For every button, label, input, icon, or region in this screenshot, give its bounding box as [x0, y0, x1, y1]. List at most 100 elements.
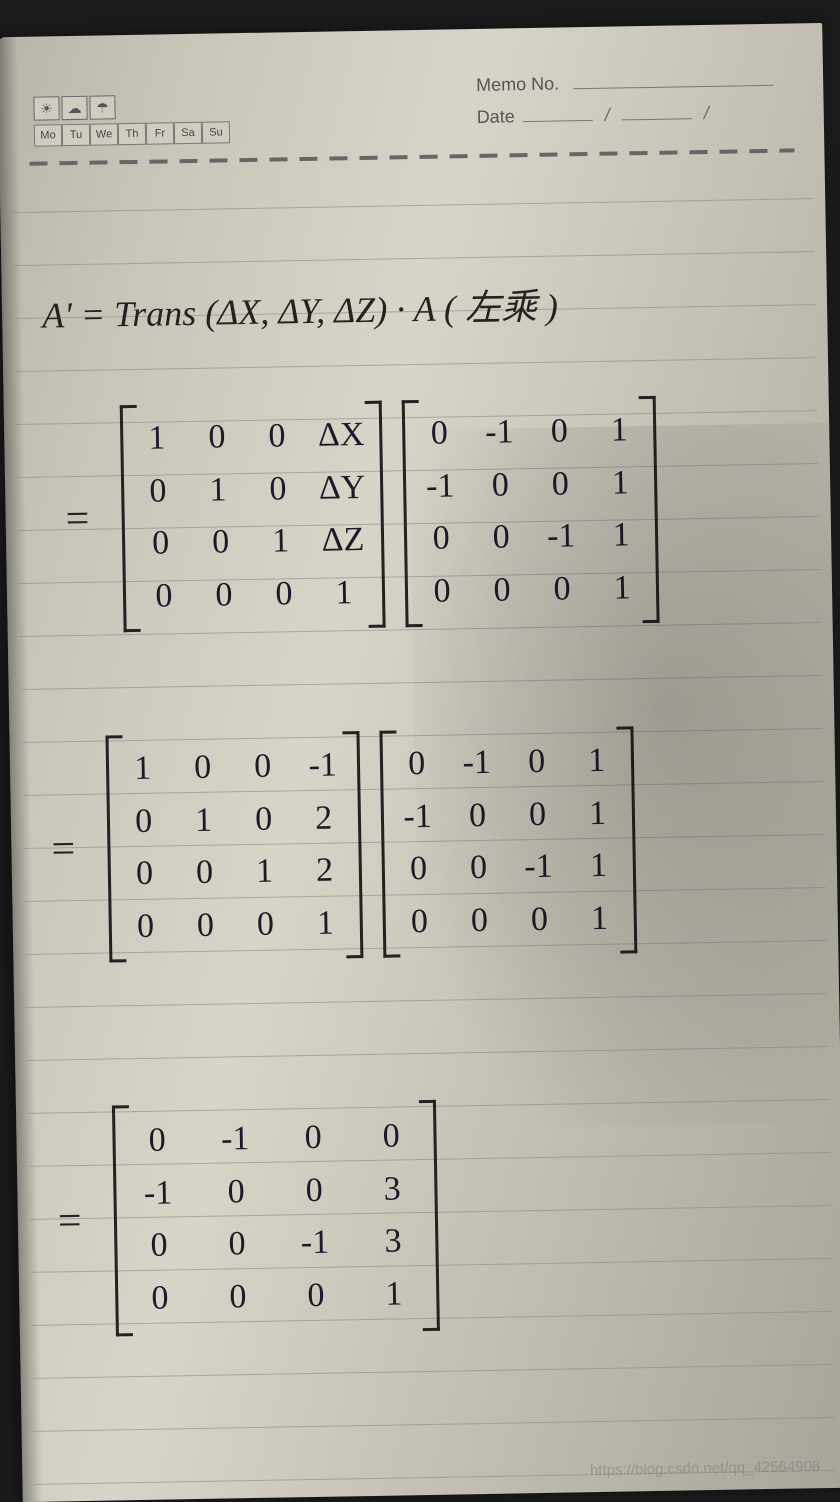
cell: 1: [123, 743, 162, 796]
cell: 0: [219, 1271, 258, 1324]
cell: 0: [198, 411, 237, 464]
weather-sun-icon: ☀: [33, 96, 59, 120]
cell: ΔY: [318, 462, 365, 515]
cell: 0: [258, 463, 297, 516]
cell: 0: [217, 1166, 256, 1219]
date-blank-1: [522, 101, 592, 122]
equals-1: =: [65, 495, 90, 543]
cell: 3: [373, 1163, 412, 1216]
equation-main: A' = Trans (ΔX, ΔY, ΔZ) · A ( 左乘 ): [42, 278, 559, 339]
cell: 1: [261, 515, 300, 568]
cell: 0: [246, 898, 285, 951]
cell: 0: [397, 738, 436, 791]
cell: 0: [264, 568, 303, 621]
cell: -1: [216, 1113, 255, 1166]
equals-2: =: [51, 825, 76, 873]
cell: 0: [141, 1272, 180, 1325]
cell: 1: [184, 794, 223, 847]
cell: -1: [480, 406, 519, 459]
cell: 1: [602, 510, 641, 563]
cell: ΔZ: [321, 514, 365, 567]
cell: 0: [124, 795, 163, 848]
cell: 1: [198, 464, 237, 517]
day-su: Su: [202, 121, 230, 143]
cell: 0: [204, 569, 243, 622]
cell: 1: [579, 840, 618, 893]
memo-date-area: Memo No. Date / /: [476, 64, 774, 134]
cell: 0: [186, 900, 225, 953]
cell: 2: [305, 845, 344, 898]
cell: 1: [577, 735, 616, 788]
step1-left-matrix: 100ΔX 010ΔY 001ΔZ 0001: [119, 401, 385, 632]
step2-right-matrix: 0-101 -1001 00-11 0001: [379, 726, 637, 957]
cell: -1: [398, 790, 437, 843]
result-group: = 0-100 -1003 00-13 0001: [56, 1100, 440, 1337]
cell: 0: [183, 742, 222, 795]
cell: 1: [580, 893, 619, 946]
step2-left-matrix: 100-1 0102 0012 0001: [105, 731, 363, 962]
step1-group: = 100ΔX 010ΔY 001ΔZ 0001 0-101 -1001 00-…: [64, 396, 660, 633]
memo-label: Memo No.: [476, 68, 560, 102]
day-th: Th: [118, 123, 146, 145]
day-fr: Fr: [146, 122, 174, 144]
cell: 0: [541, 458, 580, 511]
cell: 0: [482, 512, 521, 565]
cell: 0: [460, 895, 499, 948]
cell: 1: [603, 562, 642, 615]
cell: 0: [459, 842, 498, 895]
cell: 3: [374, 1216, 413, 1269]
cell: 1: [138, 412, 177, 465]
cell: 1: [375, 1268, 414, 1321]
cell: 0: [258, 410, 297, 463]
cell: 0: [518, 788, 557, 841]
step2-group: = 100-1 0102 0012 0001 0-101 -1001 00-11…: [49, 726, 637, 963]
equals-3: =: [58, 1197, 83, 1245]
result-matrix: 0-100 -1003 00-13 0001: [112, 1100, 440, 1336]
cell: 0: [295, 1164, 334, 1217]
date-slash-2: /: [703, 97, 709, 129]
step1-right-matrix: 0-101 -1001 00-11 0001: [402, 396, 660, 627]
cell: -1: [296, 1217, 335, 1270]
cell: 0: [138, 465, 177, 518]
cell: 0: [481, 459, 520, 512]
cell: 0: [218, 1218, 257, 1271]
cell: 0: [126, 901, 165, 954]
cell: 0: [399, 843, 438, 896]
cell: 0: [520, 894, 559, 947]
cell: -1: [542, 511, 581, 564]
cell: 0: [145, 570, 184, 623]
day-we: We: [90, 123, 118, 145]
cell: -1: [139, 1167, 178, 1220]
day-mo: Mo: [34, 124, 62, 146]
cell: ΔX: [318, 409, 365, 462]
weather-cloud-icon: ☁: [61, 96, 87, 120]
cell: 0: [138, 1114, 177, 1167]
cell: 0: [185, 847, 224, 900]
memo-blank: [573, 66, 773, 89]
cell: 0: [372, 1110, 411, 1163]
cell: 1: [324, 567, 363, 620]
cell: 1: [600, 404, 639, 457]
cell: 1: [306, 897, 345, 950]
cell: -1: [457, 737, 496, 790]
cell: -1: [421, 460, 460, 513]
cell: 0: [244, 793, 283, 846]
cell: 0: [540, 405, 579, 458]
cell: 0: [543, 563, 582, 616]
day-of-week-row: Mo Tu We Th Fr Sa Su: [34, 121, 230, 146]
cell: 0: [141, 518, 180, 571]
notebook-page: ☀ ☁ ☂ Mo Tu We Th Fr Sa Su Memo No. Date…: [0, 23, 840, 1502]
date-label: Date: [476, 101, 515, 134]
cell: 2: [304, 792, 343, 845]
cell: 0: [140, 1220, 179, 1273]
cell: 0: [423, 565, 462, 618]
cell: 0: [400, 896, 439, 949]
cell: 1: [578, 787, 617, 840]
date-blank-2: [621, 100, 691, 121]
cell: 0: [458, 789, 497, 842]
day-tu: Tu: [62, 124, 90, 146]
cell: 0: [243, 740, 282, 793]
cell: 0: [297, 1270, 336, 1323]
cell: -1: [519, 841, 558, 894]
cell: 0: [517, 736, 556, 789]
